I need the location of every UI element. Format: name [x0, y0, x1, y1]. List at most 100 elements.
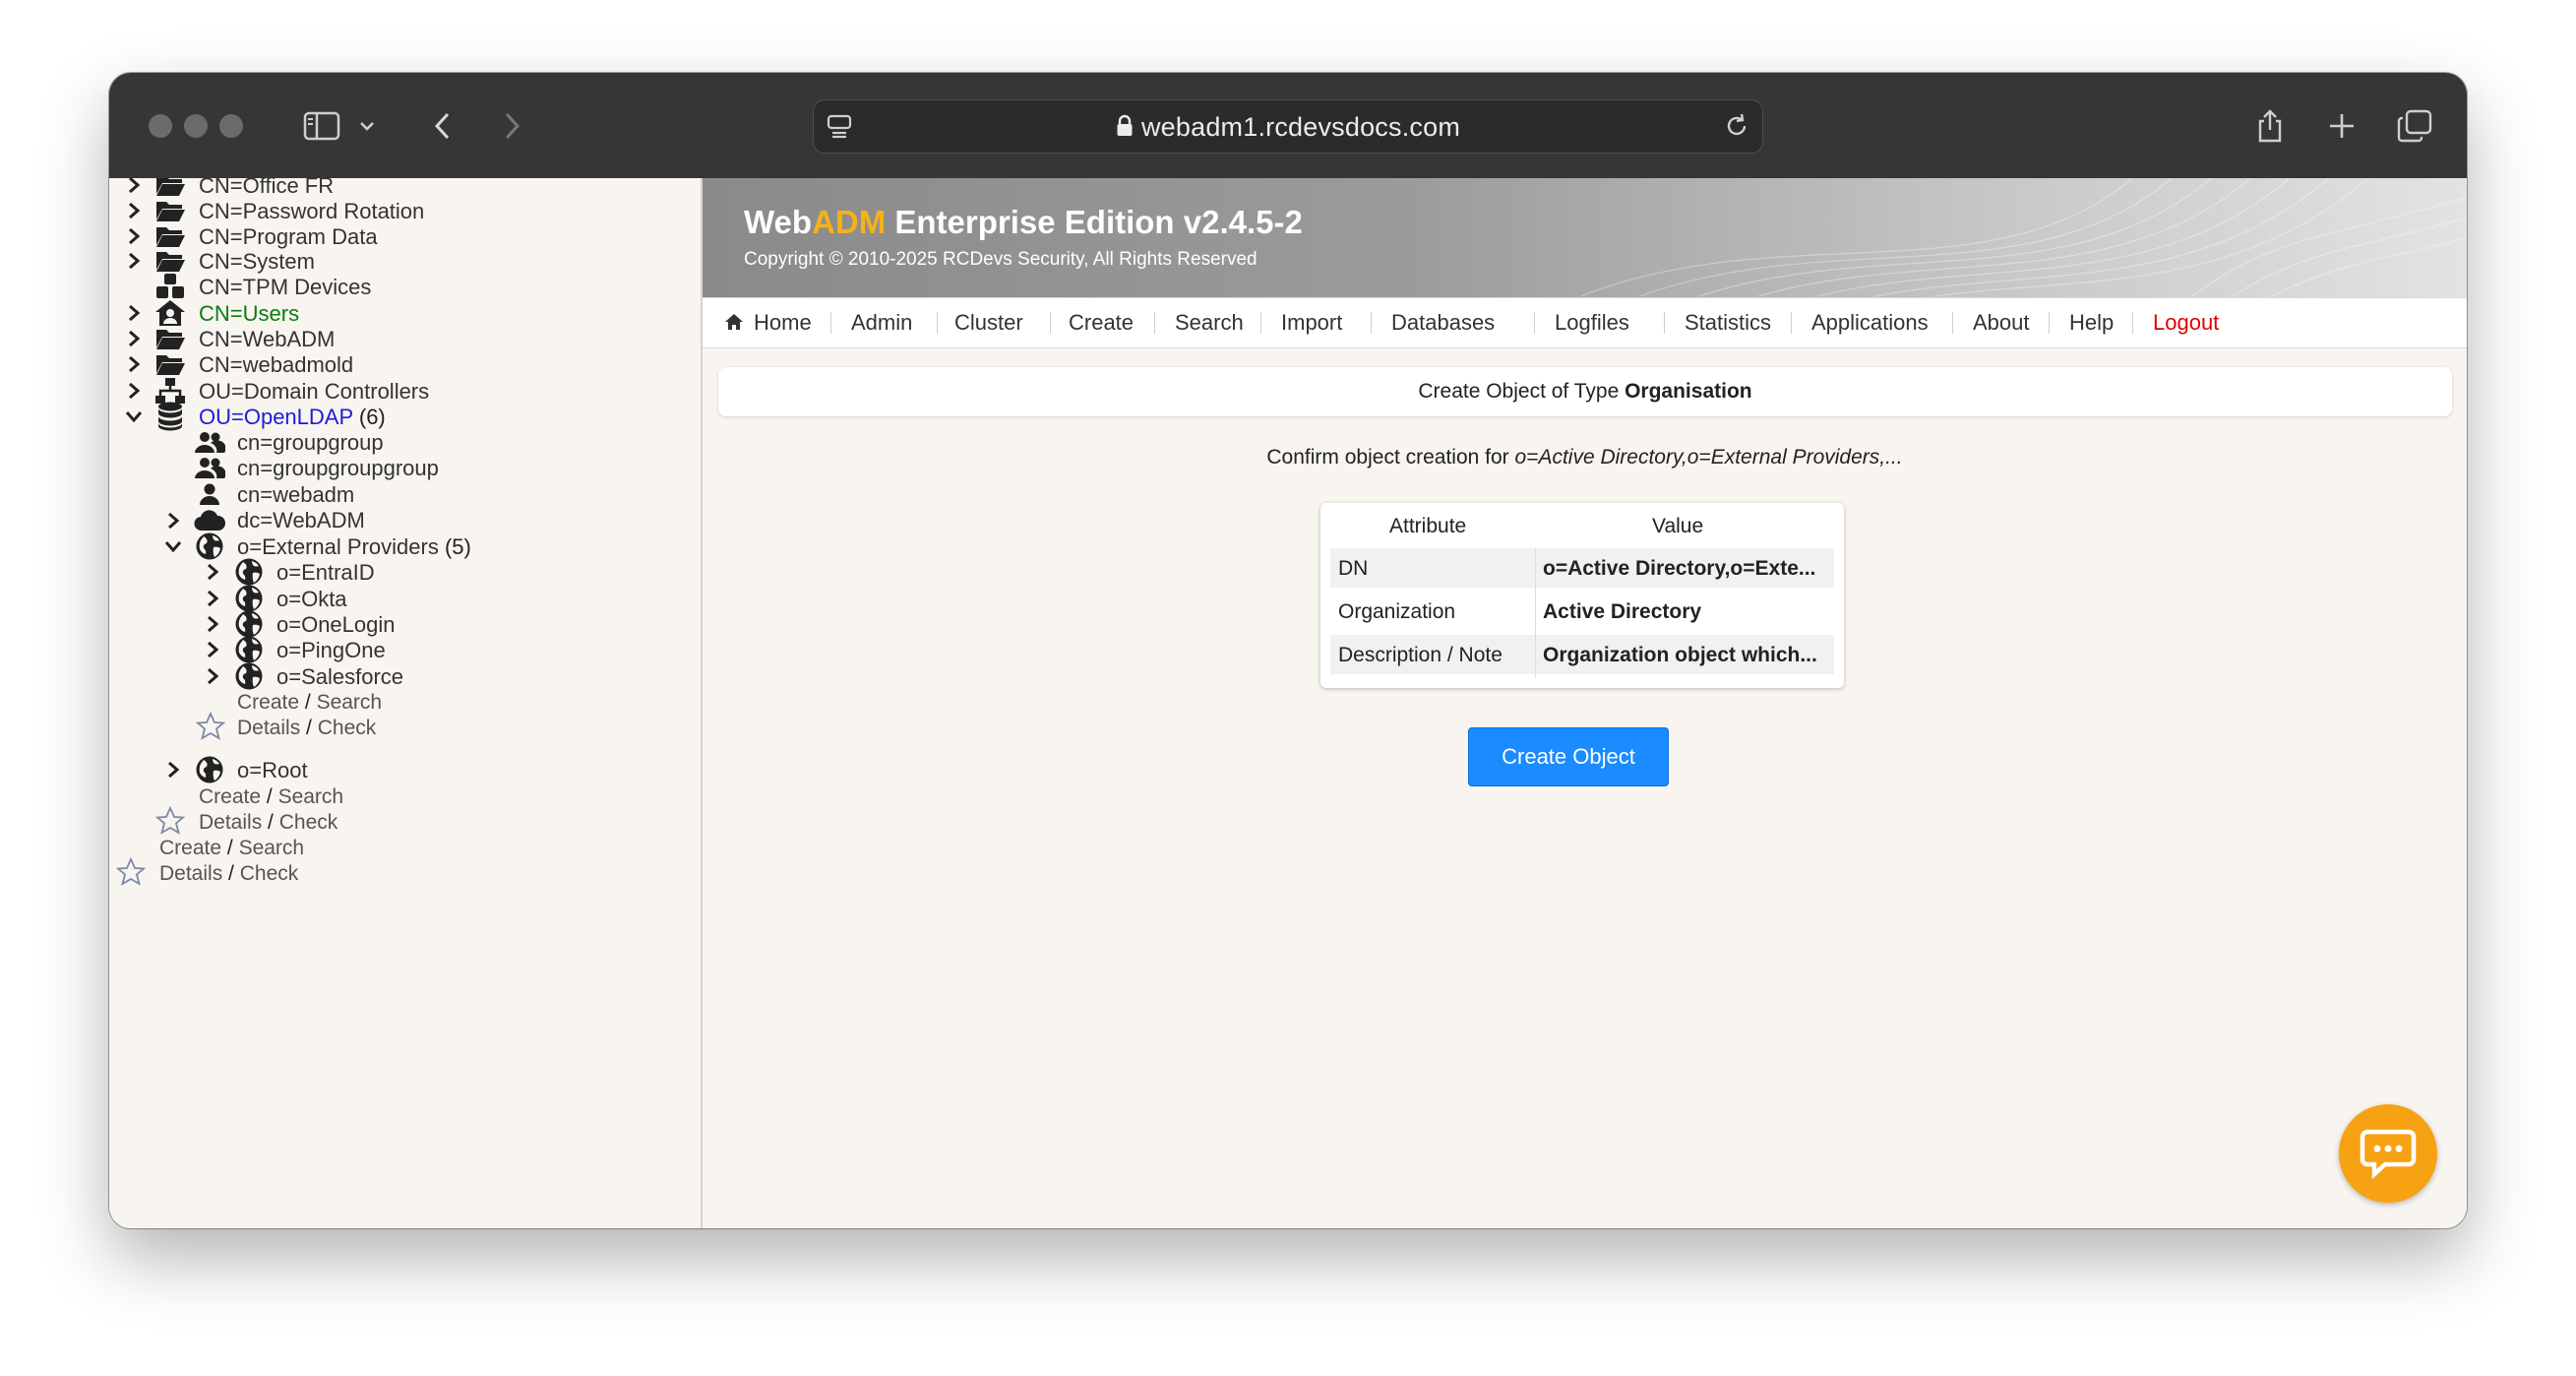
tree-item-label[interactable]: o=External Providers — [237, 534, 439, 559]
tree-item-label[interactable]: CN=WebADM — [199, 327, 335, 352]
table-body: DN o=Active Directory,o=Exte... Organiza… — [1330, 548, 1834, 678]
chevron-down-icon[interactable] — [355, 104, 379, 148]
menu-statistics[interactable]: Statistics — [1685, 310, 1771, 336]
table-row: Description / Note Organization object w… — [1330, 635, 1834, 674]
star-icon — [153, 804, 187, 838]
tree-item-label[interactable]: o=PingOne — [276, 638, 386, 663]
menu-about[interactable]: About — [1973, 310, 2030, 336]
reload-icon[interactable] — [1723, 112, 1750, 145]
title-edition: Enterprise Edition v2.4.5-2 — [886, 204, 1303, 240]
chevron-right-icon[interactable] — [125, 355, 143, 373]
tree-item-label[interactable]: CN=Office FR — [199, 178, 334, 199]
home-icon — [724, 311, 744, 337]
create-link[interactable]: Create — [159, 837, 221, 859]
chevron-right-icon[interactable] — [164, 761, 182, 779]
chat-button[interactable] — [2339, 1104, 2437, 1203]
chevron-right-icon[interactable] — [204, 563, 221, 581]
table-row: Organization Active Directory — [1330, 592, 1834, 631]
chevron-right-icon[interactable] — [125, 202, 143, 219]
search-link[interactable]: Search — [278, 785, 344, 808]
tree-item-label[interactable]: CN=Password Rotation — [199, 199, 424, 224]
tree-item-label[interactable]: CN=Users — [199, 301, 299, 327]
menu-admin[interactable]: Admin — [851, 310, 912, 336]
tree-item-label[interactable]: CN=webadmold — [199, 352, 353, 378]
tree-item-label[interactable]: dc=WebADM — [237, 508, 365, 533]
details-link[interactable]: Details — [159, 862, 222, 885]
search-link[interactable]: Search — [239, 837, 305, 859]
tree-item-label[interactable]: cn=groupgroupgroup — [237, 456, 439, 481]
tab-overview-icon[interactable] — [2393, 104, 2436, 148]
menu-import[interactable]: Import — [1281, 310, 1342, 336]
title-web: Web — [744, 204, 813, 240]
check-link[interactable]: Check — [240, 862, 299, 885]
menu-applications[interactable]: Applications — [1811, 310, 1929, 336]
child-count: (5) — [444, 534, 471, 559]
column-header-attribute: Attribute — [1389, 515, 1467, 537]
tree-item-label[interactable]: CN=Program Data — [199, 224, 378, 250]
check-link[interactable]: Check — [279, 811, 338, 834]
chat-icon — [2360, 1129, 2417, 1179]
chevron-right-icon[interactable] — [125, 252, 143, 270]
menu-databases[interactable]: Databases — [1391, 310, 1495, 336]
create-object-button[interactable]: Create Object — [1468, 727, 1669, 786]
zoom-window-button[interactable] — [219, 114, 243, 138]
tree-item-label[interactable]: cn=groupgroup — [237, 430, 384, 456]
chevron-right-icon[interactable] — [204, 590, 221, 607]
search-link[interactable]: Search — [317, 691, 383, 714]
menu-create[interactable]: Create — [1069, 310, 1134, 336]
attribute-name: Description / Note — [1338, 644, 1503, 666]
details-link[interactable]: Details — [199, 811, 262, 834]
create-link[interactable]: Create — [237, 691, 299, 714]
chevron-down-icon[interactable] — [164, 537, 182, 555]
menu-label[interactable]: Home — [754, 310, 812, 335]
menu-home[interactable]: Home — [724, 310, 812, 337]
main-menu: Home Admin Cluster Create Search Import … — [703, 297, 2467, 348]
globe-icon — [193, 753, 226, 786]
tree-item-label[interactable]: o=OneLogin — [276, 612, 396, 638]
minimize-window-button[interactable] — [184, 114, 208, 138]
sidebar-toggle-icon[interactable] — [300, 104, 343, 148]
tree-item-label[interactable]: OU=Domain Controllers — [199, 379, 429, 405]
tree-item-label[interactable]: o=Root — [237, 758, 308, 783]
link-separator: / — [268, 811, 274, 834]
close-window-button[interactable] — [149, 114, 172, 138]
chevron-right-icon[interactable] — [164, 512, 182, 530]
menu-cluster[interactable]: Cluster — [954, 310, 1023, 336]
tree-item-label[interactable]: o=Salesforce — [276, 664, 403, 690]
chevron-right-icon[interactable] — [125, 227, 143, 245]
banner-wave-decoration — [1581, 178, 2467, 297]
chevron-right-icon[interactable] — [204, 641, 221, 658]
tree-item-label[interactable]: CN=TPM Devices — [199, 275, 371, 300]
tree-item-label[interactable]: o=EntraID — [276, 560, 375, 586]
chevron-right-icon[interactable] — [204, 615, 221, 633]
attribute-value: o=Active Directory,o=Exte... — [1543, 557, 1816, 580]
chevron-right-icon[interactable] — [125, 178, 143, 194]
create-link[interactable]: Create — [199, 785, 261, 808]
chevron-down-icon[interactable] — [125, 407, 143, 425]
tree-item-label[interactable]: cn=webadm — [237, 482, 354, 508]
tree-item-label[interactable]: CN=System — [199, 249, 315, 275]
object-type: Organisation — [1625, 380, 1752, 403]
menu-logout[interactable]: Logout — [2153, 310, 2219, 336]
check-link[interactable]: Check — [318, 717, 377, 739]
back-arrow-icon[interactable] — [421, 104, 464, 148]
menu-search[interactable]: Search — [1175, 310, 1244, 336]
directory-tree: CN=Office FR CN=Password Rotation CN=Pro… — [109, 178, 703, 1228]
chevron-right-icon[interactable] — [125, 304, 143, 322]
new-tab-icon[interactable] — [2320, 104, 2363, 148]
star-icon — [114, 855, 148, 889]
menu-help[interactable]: Help — [2069, 310, 2114, 336]
forward-arrow-icon[interactable] — [490, 104, 533, 148]
chevron-right-icon[interactable] — [204, 667, 221, 685]
details-link[interactable]: Details — [237, 717, 300, 739]
tree-item-label[interactable]: o=Okta — [276, 587, 347, 612]
chevron-right-icon[interactable] — [125, 382, 143, 400]
attribute-value: Organization object which... — [1543, 644, 1817, 666]
database-icon — [153, 400, 187, 433]
address-bar[interactable]: webadm1.rcdevsdocs.com — [813, 99, 1763, 154]
chevron-right-icon[interactable] — [125, 330, 143, 347]
share-icon[interactable] — [2248, 104, 2292, 148]
globe-icon — [193, 530, 226, 563]
menu-logfiles[interactable]: Logfiles — [1555, 310, 1629, 336]
child-count: (6) — [358, 405, 386, 429]
